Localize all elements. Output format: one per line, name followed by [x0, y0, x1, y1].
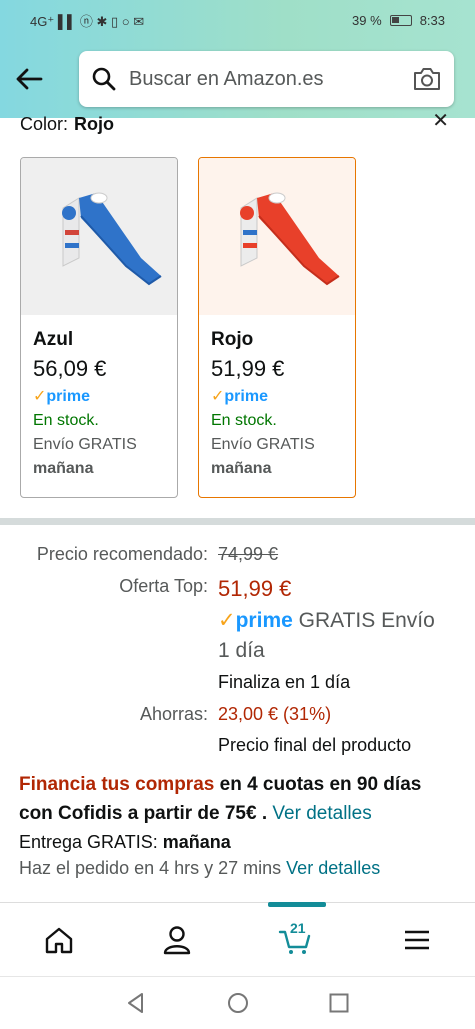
home-icon[interactable] — [42, 923, 76, 957]
prime-shipping-line1: GRATIS Envío — [298, 609, 435, 632]
slide-image-icon — [240, 192, 340, 286]
financing-details-link[interactable]: Ver detalles — [272, 803, 371, 824]
option-name: Rojo — [211, 329, 254, 350]
product-image-rojo — [199, 158, 355, 315]
savings-value: 23,00 € (31%) — [218, 704, 332, 724]
active-tab-indicator — [268, 902, 326, 907]
system-navigation — [0, 976, 475, 1029]
option-price: 51,99 € — [211, 356, 285, 381]
search-icon[interactable] — [91, 66, 117, 92]
back-arrow-icon[interactable] — [14, 64, 44, 94]
deal-price: 51,99 € — [218, 576, 292, 601]
color-option-rojo[interactable]: Rojo 51,99 € ✓prime En stock. Envío GRAT… — [198, 157, 356, 498]
camera-icon[interactable] — [412, 65, 442, 93]
status-left-text: 4G⁺ ▌▌ ⓝ ✱ ▯ ○ ✉ — [30, 13, 145, 29]
prime-badge: ✓prime — [33, 386, 165, 406]
order-countdown-text: Haz el pedido en 4 hrs y 27 mins — [19, 858, 282, 878]
product-image-azul — [21, 158, 177, 315]
prime-shipping-line2: 1 día — [218, 639, 265, 662]
search-bar[interactable] — [79, 51, 454, 107]
final-price-note: Precio final del producto — [218, 735, 412, 755]
battery-percent: 39 % — [352, 12, 382, 28]
deal-price-label: Oferta Top: — [119, 576, 208, 596]
status-bar: 4G⁺ ▌▌ ⓝ ✱ ▯ ○ ✉ 39 % 8:33 — [30, 10, 445, 30]
stock-status: En stock. — [211, 412, 277, 429]
color-label: Color: — [20, 114, 69, 134]
deal-ends: Finaliza en 1 día — [218, 672, 351, 692]
color-selected-value: Rojo — [74, 114, 115, 134]
bottom-navigation — [0, 902, 475, 976]
prime-check-icon: ✓ — [211, 388, 225, 405]
order-countdown: Haz el pedido en 4 hrs y 27 mins Ver det… — [19, 858, 380, 879]
section-divider — [0, 518, 475, 525]
prime-shipping: ✓prime GRATIS Envío 1 día — [218, 606, 458, 666]
cart-count-badge: 21 — [290, 920, 306, 936]
list-price-label: Precio recomendado: — [36, 544, 208, 564]
prime-badge: ✓prime — [218, 609, 293, 632]
delivery-details-link[interactable]: Ver detalles — [286, 858, 380, 878]
close-icon[interactable]: ✕ — [432, 108, 449, 133]
financing-offer: Financia tus compras en 4 cuotas en 90 d… — [19, 774, 422, 824]
prime-check-icon: ✓ — [33, 388, 47, 405]
prime-label: prime — [46, 388, 90, 405]
status-icons: 4G⁺ ▌▌ ⓝ ✱ ▯ ○ ✉ — [30, 10, 144, 30]
account-icon[interactable] — [160, 923, 194, 957]
prime-check-icon: ✓ — [218, 609, 236, 632]
shipping-text: Envío GRATIS — [211, 436, 315, 453]
system-home-icon[interactable] — [226, 991, 250, 1015]
savings-label: Ahorras: — [139, 704, 208, 724]
option-name: Azul — [33, 329, 74, 350]
slide-image-icon — [62, 192, 162, 286]
delivery-day: mañana — [211, 460, 272, 477]
clock: 8:33 — [419, 12, 445, 28]
delivery-day: mañana — [33, 460, 94, 477]
delivery-label: Entrega GRATIS: — [19, 832, 158, 852]
prime-badge: ✓prime — [211, 386, 343, 406]
financing-highlight: Financia tus compras — [19, 774, 215, 795]
search-input[interactable] — [129, 67, 394, 91]
color-option-azul[interactable]: Azul 56,09 € ✓prime En stock. Envío GRAT… — [20, 157, 178, 498]
app-header: 4G⁺ ▌▌ ⓝ ✱ ▯ ○ ✉ 39 % 8:33 — [0, 0, 475, 118]
list-price: 74,99 € — [218, 544, 279, 564]
menu-icon[interactable] — [400, 923, 434, 957]
prime-label: prime — [235, 609, 293, 632]
shipping-text: Envío GRATIS — [33, 436, 137, 453]
option-price: 56,09 € — [33, 356, 107, 381]
system-recents-icon[interactable] — [327, 991, 351, 1015]
prime-label: prime — [224, 388, 268, 405]
stock-status: En stock. — [33, 412, 99, 429]
battery-icon — [389, 14, 412, 26]
delivery-day: mañana — [162, 832, 231, 852]
system-back-icon[interactable] — [124, 991, 148, 1015]
delivery-row: Entrega GRATIS: mañana — [19, 832, 231, 853]
color-label-row: Color: Rojo — [20, 114, 114, 135]
status-right: 39 % 8:33 — [352, 10, 445, 30]
